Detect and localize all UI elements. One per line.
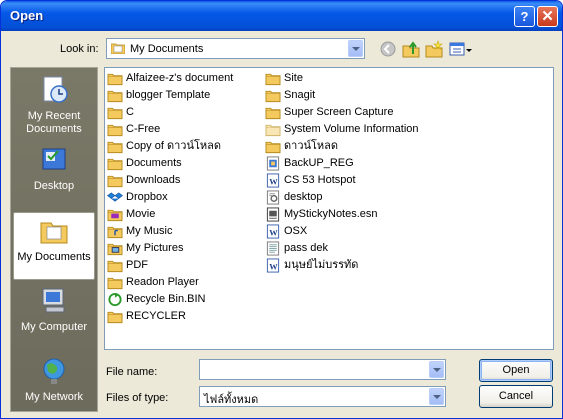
file-name: CS 53 Hotspot	[284, 174, 356, 186]
chevron-down-icon[interactable]	[348, 40, 363, 57]
file-name: MyStickyNotes.esn	[284, 208, 378, 220]
recycle-icon	[108, 292, 122, 307]
file-list[interactable]: Alfaizee-z's document blogger Template C C-…	[104, 67, 554, 350]
place-my-documents[interactable]: My Documents	[13, 212, 95, 280]
file-name: C-Free	[126, 123, 161, 135]
recent-documents-icon	[43, 76, 68, 103]
place-my-computer[interactable]: My Computer	[11, 283, 97, 351]
files-of-type-value: ไฟล์ทั้งหมด	[204, 394, 259, 406]
ini-file-icon	[266, 190, 280, 205]
svg-text:W: W	[269, 227, 278, 237]
file-name: desktop	[284, 191, 323, 203]
folder-icon	[107, 158, 123, 171]
folder-icon	[265, 107, 281, 120]
open-button[interactable]: Open	[479, 359, 553, 382]
my-documents-folder-icon	[40, 222, 68, 244]
file-name: pass dek	[284, 242, 329, 254]
folder-icon	[265, 73, 281, 86]
file-name: Dropbox	[126, 191, 168, 203]
file-name: BackUP_REG	[284, 157, 354, 169]
folder-movie-icon	[107, 209, 123, 222]
place-my-network[interactable]: My Network	[11, 353, 97, 418]
file-name: Alfaizee-z's document	[126, 72, 234, 84]
place-desktop-label: Desktop	[33, 180, 75, 192]
place-my-computer-label: My Computer	[20, 321, 88, 333]
file-name: My Music	[126, 225, 173, 237]
folder-icon	[107, 90, 123, 103]
file-name: RECYCLER	[126, 310, 186, 322]
folder-pictures-icon	[107, 243, 123, 256]
look-in-combo[interactable]: My Documents	[106, 38, 365, 59]
folder-icon	[107, 124, 123, 137]
folder-icon	[265, 90, 281, 103]
title-bar[interactable]: Open ? ✕	[1, 1, 562, 31]
computer-icon	[42, 288, 65, 313]
text-file-icon	[266, 241, 280, 256]
folder-icon	[107, 73, 123, 86]
help-button[interactable]: ?	[514, 6, 535, 27]
file-name: Recycle Bin.BIN	[126, 293, 206, 305]
file-name: Site	[284, 72, 303, 84]
dropbox-icon	[107, 192, 123, 202]
word-doc-icon: W	[266, 173, 280, 188]
chevron-down-icon[interactable]	[429, 361, 444, 378]
file-name: My Pictures	[126, 242, 184, 254]
file-name: Snagit	[284, 89, 316, 101]
folder-icon	[107, 175, 123, 188]
svg-text:W: W	[269, 176, 278, 186]
folder-icon	[107, 311, 123, 324]
file-name: OSX	[284, 225, 308, 237]
esn-file-icon	[266, 207, 280, 222]
place-my-recent-documents[interactable]: My Recent Documents	[11, 72, 97, 140]
look-in-value: My Documents	[130, 43, 204, 55]
file-name: Copy of ดาวน์โหลด	[126, 140, 222, 152]
window-title: Open	[10, 8, 44, 23]
file-name-input[interactable]	[199, 359, 446, 380]
new-folder-icon[interactable]	[425, 40, 443, 58]
cancel-button[interactable]: Cancel	[479, 385, 553, 408]
network-globe-icon	[43, 358, 65, 384]
place-my-recent-documents-label: My Recent Documents	[26, 110, 82, 135]
my-documents-icon	[111, 43, 125, 54]
views-menu-icon[interactable]	[449, 40, 473, 58]
place-my-network-label: My Network	[24, 391, 84, 403]
file-name: PDF	[126, 259, 148, 271]
back-icon[interactable]	[379, 40, 397, 58]
word-doc-icon: W	[266, 224, 280, 239]
reg-file-icon	[266, 156, 280, 171]
look-in-label: Look in:	[60, 43, 99, 55]
folder-icon	[265, 141, 281, 154]
file-name: blogger Template	[126, 89, 211, 101]
files-of-type-select[interactable]: ไฟล์ทั้งหมด	[199, 386, 446, 407]
file-name-label: File name:	[106, 366, 158, 378]
folder-icon	[107, 141, 123, 154]
folder-light-icon	[265, 124, 281, 137]
place-desktop[interactable]: Desktop	[11, 142, 97, 210]
file-name: Documents	[126, 157, 182, 169]
files-of-type-label: Files of type:	[106, 392, 169, 404]
word-doc-icon: W	[266, 258, 280, 273]
svg-text:W: W	[269, 261, 278, 271]
chevron-down-icon[interactable]	[429, 388, 444, 405]
file-name: System Volume Information	[284, 123, 419, 135]
folder-icon	[107, 260, 123, 273]
close-button[interactable]: ✕	[537, 6, 558, 27]
file-name: Movie	[126, 208, 156, 220]
open-dialog: Open ? ✕ Look in: My Documents My Recent…	[0, 0, 563, 419]
up-folder-icon[interactable]	[402, 40, 420, 58]
folder-icon	[107, 107, 123, 120]
desktop-icon	[42, 148, 66, 170]
file-name: Downloads	[126, 174, 181, 186]
place-my-documents-label: My Documents	[17, 251, 91, 263]
file-name: C	[126, 106, 134, 118]
places-bar: My RecentDocuments Desktop My Documents	[10, 67, 98, 412]
file-name: Readon Player	[126, 276, 199, 288]
file-name: ดาวน์โหลด	[284, 140, 339, 152]
file-name: มนุษย์ไม่บรรทัด	[284, 259, 359, 271]
folder-icon	[107, 277, 123, 290]
folder-music-icon	[107, 226, 123, 239]
file-name: Super Screen Capture	[284, 106, 394, 118]
